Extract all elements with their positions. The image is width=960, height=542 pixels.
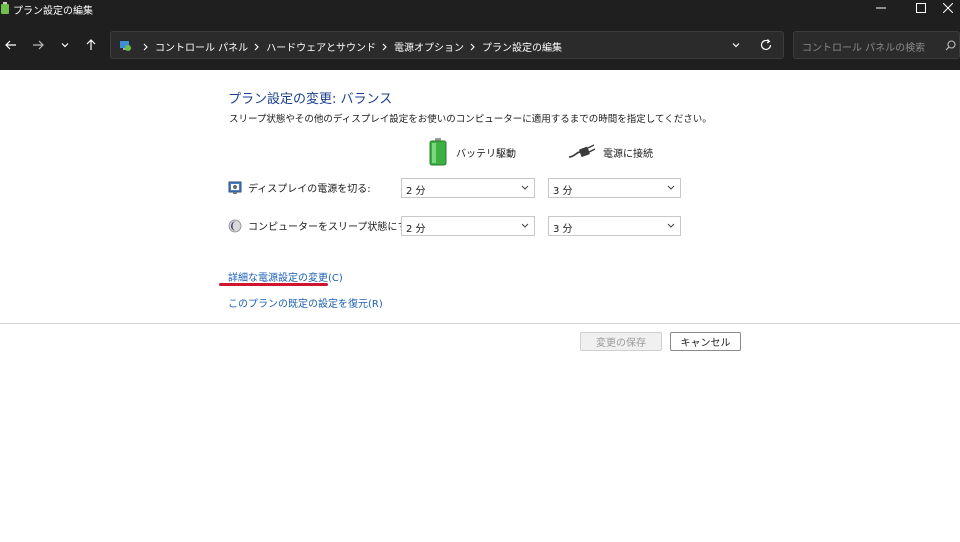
power-options-icon: [1, 2, 9, 14]
sleep-battery-value: 2 分: [406, 224, 426, 235]
breadcrumb-power-options[interactable]: 電源オプション: [394, 39, 464, 54]
chevron-down-icon: [521, 185, 529, 190]
control-panel-icon: [120, 41, 131, 51]
title-bar: プラン設定の編集: [0, 0, 960, 22]
chevron-right-icon: [254, 43, 259, 50]
page-description: スリープ状態やその他のディスプレイ設定をお使いのコンピューターに適用するまでの時…: [229, 114, 712, 125]
save-changes-button[interactable]: 変更の保存: [580, 332, 662, 351]
display-off-battery-value: 2 分: [406, 186, 426, 197]
annotation-underline: [219, 283, 328, 286]
chevron-right-icon: [143, 43, 148, 50]
maximize-icon: [916, 3, 926, 13]
display-off-plugged-select[interactable]: 3 分: [548, 178, 681, 198]
up-button[interactable]: [80, 34, 102, 56]
cancel-button[interactable]: キャンセル: [670, 332, 741, 351]
display-off-plugged-value: 3 分: [553, 186, 573, 197]
navigation-bar: コントロール パネル ハードウェアとサウンド 電源オプション プラン設定の編集 …: [0, 22, 960, 70]
display-off-battery-select[interactable]: 2 分: [401, 178, 535, 198]
sleep-battery-select[interactable]: 2 分: [401, 216, 535, 236]
chevron-right-icon: [382, 43, 387, 50]
battery-column-header: バッテリ駆動: [428, 138, 516, 166]
display-icon: [228, 181, 242, 194]
chevron-right-icon: [470, 43, 475, 50]
address-dropdown-icon[interactable]: [731, 40, 741, 50]
forward-button[interactable]: [27, 34, 49, 56]
plugged-column-label: 電源に接続: [603, 148, 653, 160]
minimize-icon: [876, 7, 886, 9]
search-icon: [945, 40, 956, 51]
battery-column-label: バッテリ駆動: [456, 148, 516, 160]
sleep-moon-icon: [228, 219, 242, 232]
chevron-down-icon: [667, 223, 675, 228]
display-off-label: ディスプレイの電源を切る:: [248, 184, 371, 195]
back-button[interactable]: [0, 34, 22, 56]
breadcrumb: コントロール パネル ハードウェアとサウンド 電源オプション プラン設定の編集: [137, 39, 562, 54]
chevron-down-icon: [521, 223, 529, 228]
arrow-left-icon: [5, 40, 16, 50]
refresh-icon[interactable]: [759, 38, 773, 52]
plugged-column-header: 電源に接続: [567, 138, 653, 166]
address-bar[interactable]: コントロール パネル ハードウェアとサウンド 電源オプション プラン設定の編集: [110, 31, 784, 59]
chevron-down-icon: [61, 43, 69, 48]
window-title: プラン設定の編集: [13, 6, 93, 17]
breadcrumb-control-panel[interactable]: コントロール パネル: [155, 39, 248, 54]
chevron-down-icon: [667, 185, 675, 190]
sleep-plugged-select[interactable]: 3 分: [548, 216, 681, 236]
arrow-right-icon: [33, 40, 44, 50]
breadcrumb-edit-plan[interactable]: プラン設定の編集: [482, 39, 562, 54]
sleep-row-label: コンピューターをスリープ状態にする:: [228, 218, 421, 233]
advanced-settings-link[interactable]: 詳細な電源設定の変更(C): [228, 269, 343, 284]
search-box[interactable]: コントロール パネルの検索: [793, 31, 960, 59]
power-plug-icon: [568, 144, 595, 158]
display-off-row-label: ディスプレイの電源を切る:: [228, 180, 371, 195]
close-button[interactable]: [936, 0, 960, 16]
search-placeholder: コントロール パネルの検索: [802, 43, 926, 54]
sleep-plugged-value: 3 分: [553, 224, 573, 235]
sleep-label: コンピューターをスリープ状態にする:: [248, 222, 421, 233]
breadcrumb-hardware-sound[interactable]: ハードウェアとサウンド: [266, 39, 376, 54]
page-title: プラン設定の変更: バランス: [228, 92, 393, 107]
restore-defaults-link[interactable]: このプランの既定の設定を復元(R): [228, 295, 383, 310]
close-icon: [943, 3, 953, 13]
recent-locations-button[interactable]: [54, 34, 76, 56]
arrow-up-icon: [86, 39, 96, 50]
divider: [0, 323, 960, 324]
battery-icon: [429, 138, 447, 166]
